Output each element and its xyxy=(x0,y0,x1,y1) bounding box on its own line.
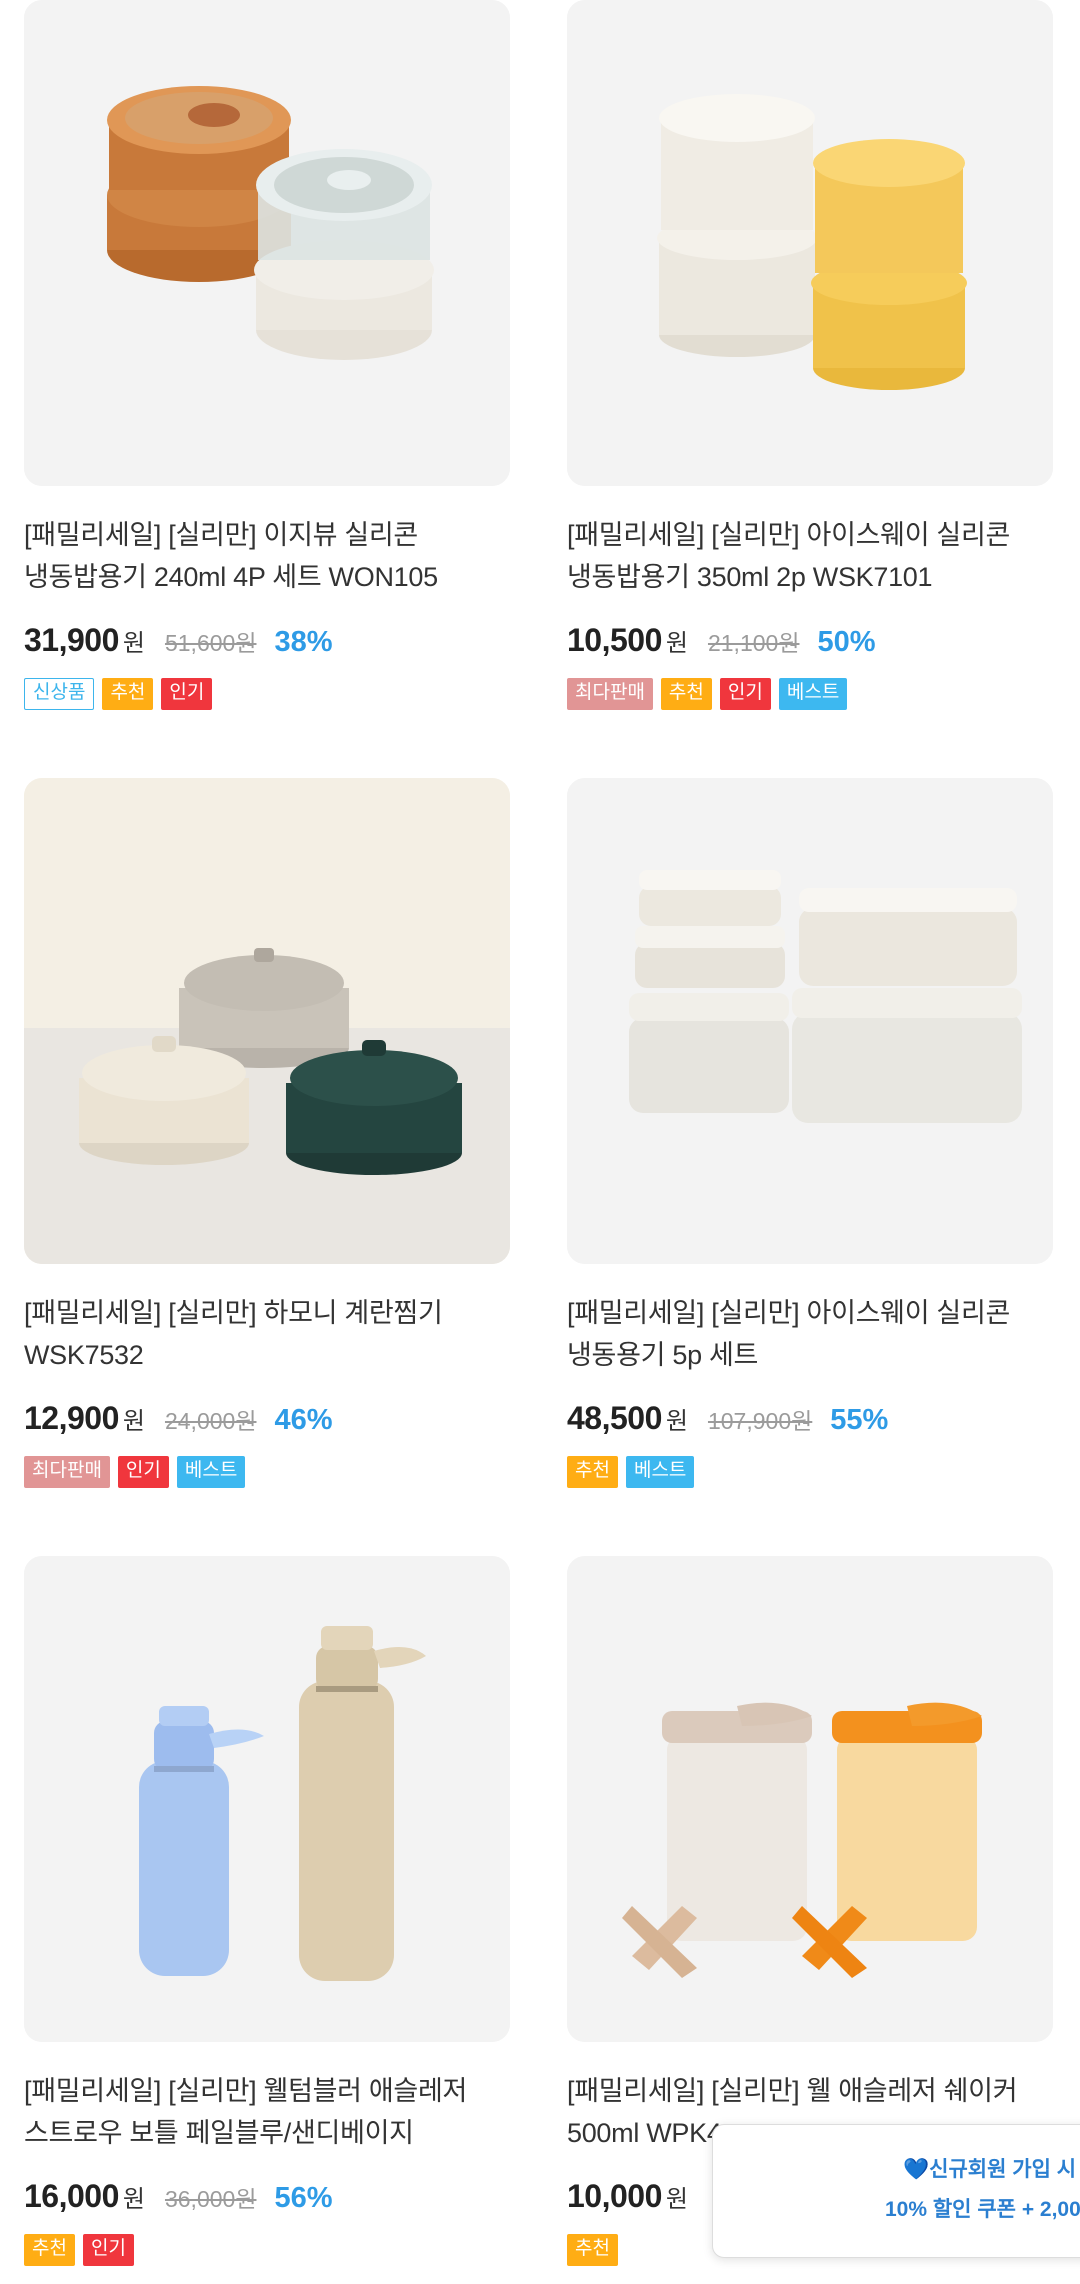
price-row: 16,000 원 36,000원 56% xyxy=(24,2178,510,2218)
product-image[interactable] xyxy=(24,778,510,1264)
sale-price: 10,500 xyxy=(567,622,662,658)
currency: 원 xyxy=(122,630,145,657)
original-price: 24,000원 xyxy=(164,1408,257,1434)
badge-recommend: 추천 xyxy=(24,2234,75,2266)
original-price: 107,900원 xyxy=(707,1408,813,1434)
sale-price: 31,900 xyxy=(24,622,119,658)
discount-rate: 55% xyxy=(830,1404,889,1436)
badge-best: 베스트 xyxy=(778,678,848,710)
product-image[interactable] xyxy=(24,1556,510,2042)
product-image[interactable] xyxy=(567,1556,1053,2042)
popup-line-2: 10% 할인 쿠폰 + 2,000 xyxy=(885,2198,1080,2221)
badge-popular: 인기 xyxy=(161,678,213,710)
product-card[interactable]: [패밀리세일] [실리만] 아이스웨이 실리콘 냉동용기 5p 세트 48,50… xyxy=(567,778,1053,1488)
product-title[interactable]: [패밀리세일] [실리만] 웰텀블러 애슬레저 스트로우 보틀 페일블루/샌디베… xyxy=(24,2070,510,2154)
sale-price: 12,900 xyxy=(24,1400,119,1436)
badge-popular: 인기 xyxy=(82,2234,134,2266)
price-row: 48,500 원 107,900원 55% xyxy=(567,1400,1053,1440)
product-card[interactable]: [패밀리세일] [실리만] 아이스웨이 실리콘 냉동밥용기 350ml 2p W… xyxy=(567,0,1053,710)
original-price: 36,000원 xyxy=(164,2186,257,2212)
product-card[interactable]: [패밀리세일] [실리만] 웰텀블러 애슬레저 스트로우 보틀 페일블루/샌디베… xyxy=(24,1556,510,2266)
badge-recommend: 추천 xyxy=(567,2234,618,2266)
badge-popular: 인기 xyxy=(719,678,771,710)
product-card[interactable]: [패밀리세일] [실리만] 하모니 계란찜기 WSK7532 12,900 원 … xyxy=(24,778,510,1488)
sale-price: 10,000 xyxy=(567,2178,662,2214)
product-grid: [패밀리세일] [실리만] 이지뷰 실리콘 냉동밥용기 240ml 4P 세트 … xyxy=(0,0,1080,2284)
price-row: 10,500 원 21,100원 50% xyxy=(567,622,1053,662)
badge-list: 추천 인기 xyxy=(24,2234,510,2266)
product-image[interactable] xyxy=(24,0,510,486)
original-price: 21,100원 xyxy=(707,630,800,656)
badge-list: 추천 베스트 xyxy=(567,1456,1053,1488)
product-title[interactable]: [패밀리세일] [실리만] 하모니 계란찜기 WSK7532 xyxy=(24,1292,510,1376)
shaker-image xyxy=(567,1556,1053,2042)
badge-list: 최다판매 인기 베스트 xyxy=(24,1456,510,1488)
badge-popular: 인기 xyxy=(117,1456,169,1488)
badge-recommend: 추천 xyxy=(660,678,712,710)
container-set-yellow-image xyxy=(567,0,1053,486)
product-title[interactable]: [패밀리세일] [실리만] 아이스웨이 실리콘 냉동용기 5p 세트 xyxy=(567,1292,1053,1376)
currency: 원 xyxy=(665,1408,688,1435)
discount-rate: 56% xyxy=(274,2182,333,2214)
sale-price: 16,000 xyxy=(24,2178,119,2214)
currency: 원 xyxy=(665,630,688,657)
currency: 원 xyxy=(122,2186,145,2213)
badge-top-seller: 최다판매 xyxy=(24,1456,110,1488)
badge-recommend: 추천 xyxy=(567,1456,618,1488)
sale-price: 48,500 xyxy=(567,1400,662,1436)
freezer-container-image xyxy=(567,778,1053,1264)
product-title[interactable]: [패밀리세일] [실리만] 이지뷰 실리콘 냉동밥용기 240ml 4P 세트 … xyxy=(24,514,510,598)
original-price: 51,600원 xyxy=(164,630,257,656)
signup-coupon-popup[interactable]: 💙신규회원 가입 시 10% 할인 쿠폰 + 2,000 xyxy=(712,2124,1080,2258)
container-set-orange-image xyxy=(24,0,510,486)
currency: 원 xyxy=(665,2186,688,2213)
price-row: 12,900 원 24,000원 46% xyxy=(24,1400,510,1440)
currency: 원 xyxy=(122,1408,145,1435)
price-row: 31,900 원 51,600원 38% xyxy=(24,622,510,662)
product-image[interactable] xyxy=(567,0,1053,486)
badge-list: 최다판매 추천 인기 베스트 xyxy=(567,678,1053,710)
product-title[interactable]: [패밀리세일] [실리만] 아이스웨이 실리콘 냉동밥용기 350ml 2p W… xyxy=(567,514,1053,598)
product-card[interactable]: [패밀리세일] [실리만] 이지뷰 실리콘 냉동밥용기 240ml 4P 세트 … xyxy=(24,0,510,710)
badge-new: 신상품 xyxy=(24,678,95,710)
badge-recommend: 추천 xyxy=(102,678,154,710)
egg-steamer-image xyxy=(24,778,510,1264)
product-image[interactable] xyxy=(567,778,1053,1264)
badge-best: 베스트 xyxy=(176,1456,246,1488)
discount-rate: 38% xyxy=(274,626,333,658)
badge-list: 신상품 추천 인기 xyxy=(24,678,510,710)
popup-line-1: 💙신규회원 가입 시 xyxy=(903,2158,1077,2181)
discount-rate: 50% xyxy=(817,626,876,658)
badge-best: 베스트 xyxy=(625,1456,695,1488)
badge-top-seller: 최다판매 xyxy=(567,678,653,710)
discount-rate: 46% xyxy=(274,1404,333,1436)
tumbler-image xyxy=(24,1556,510,2042)
